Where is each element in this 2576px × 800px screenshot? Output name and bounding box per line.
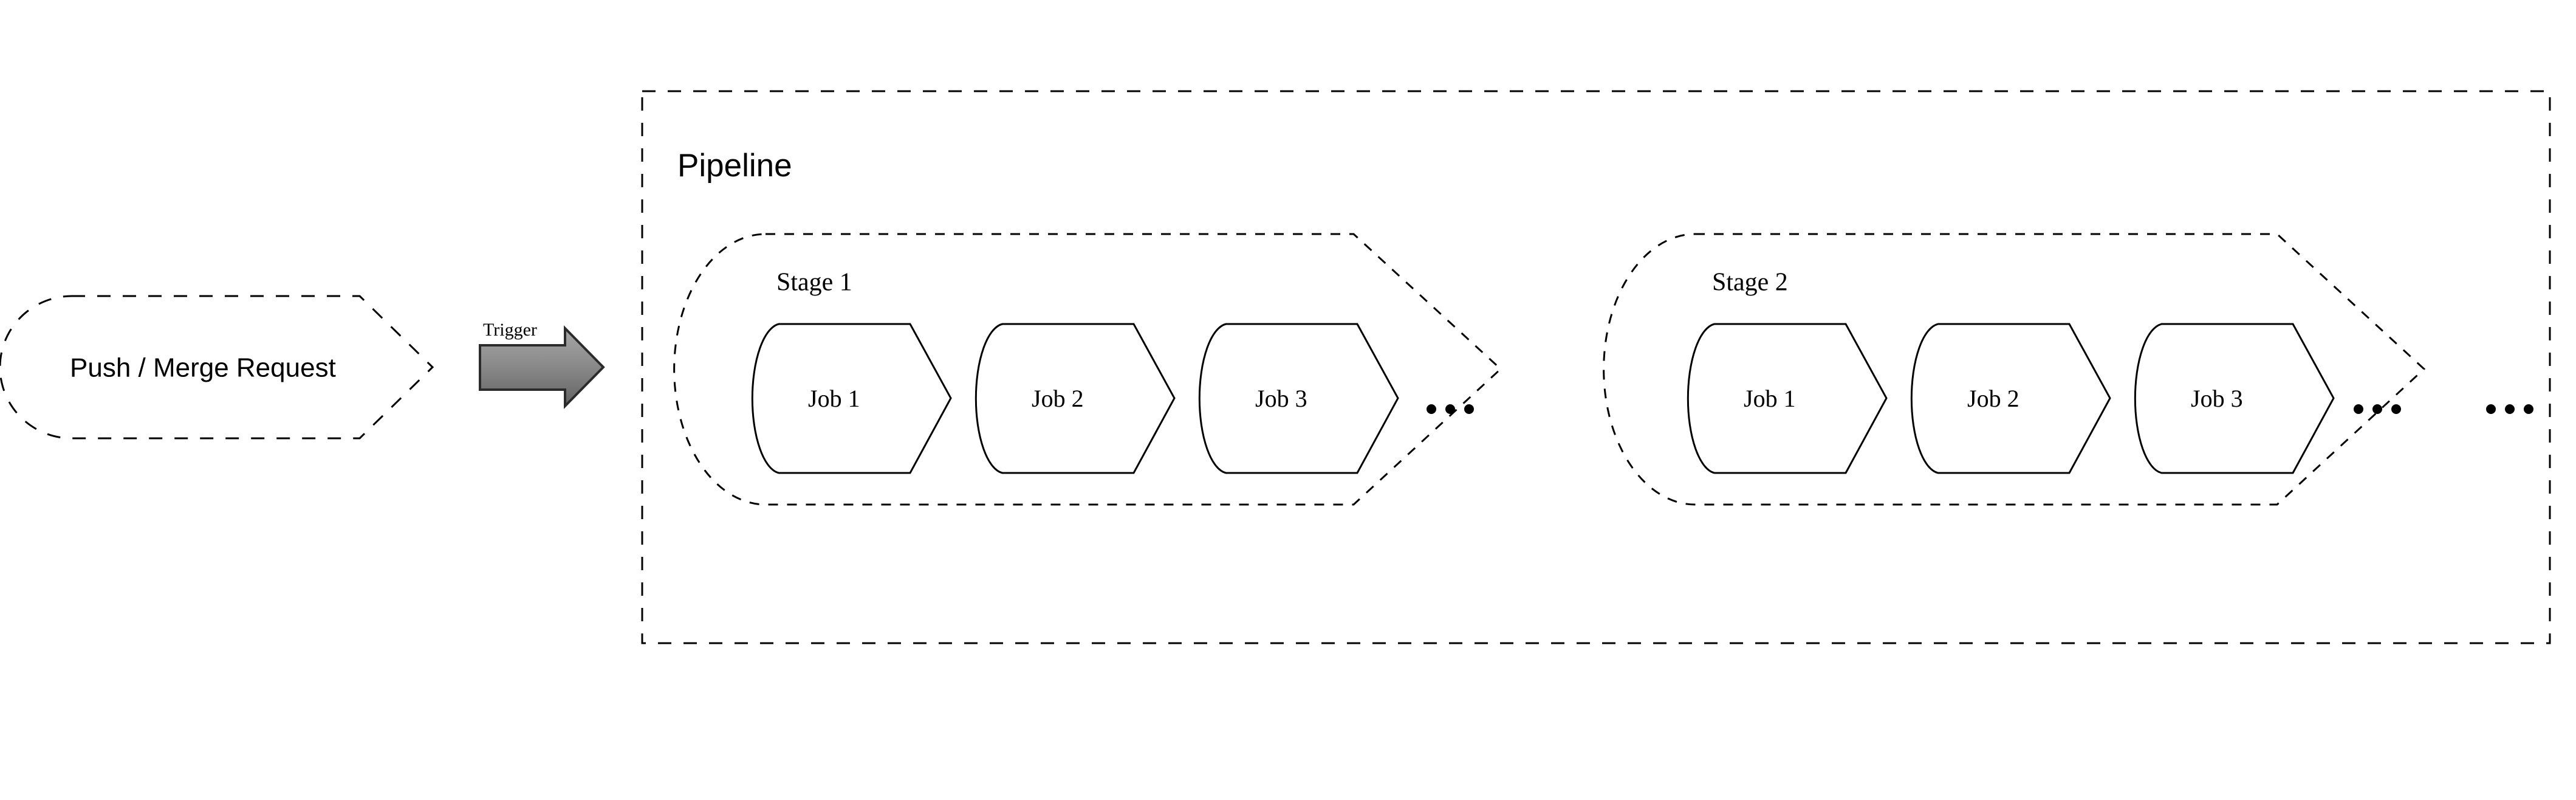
stage-2-label: Stage 2 <box>1712 269 1788 297</box>
job-label: Job 2 <box>1032 385 1084 412</box>
push-merge-request-label: Push / Merge Request <box>70 353 336 383</box>
trigger-arrow-shape <box>479 325 605 409</box>
job-label: Job 1 <box>1744 385 1796 412</box>
pipeline-label: Pipeline <box>677 148 792 184</box>
trigger-label: Trigger <box>483 320 537 340</box>
stage-2-ellipsis <box>2354 404 2401 414</box>
pipeline-box <box>641 90 2551 644</box>
pipeline-ellipsis <box>2486 404 2533 414</box>
job-label: Job 3 <box>2191 385 2243 412</box>
pipeline-diagram: Push / Merge Request Trigger Pipeline St… <box>0 90 2551 644</box>
stage-1-label: Stage 1 <box>776 269 852 297</box>
job-label: Job 1 <box>808 385 860 412</box>
diagram-canvas: Push / Merge Request Trigger Pipeline St… <box>0 0 2576 800</box>
job-label: Job 3 <box>1255 385 1307 412</box>
job-label: Job 2 <box>1967 385 2019 412</box>
trigger-arrow <box>479 325 605 409</box>
stage-1-ellipsis <box>1427 404 1474 414</box>
pipeline-container <box>641 90 2551 644</box>
